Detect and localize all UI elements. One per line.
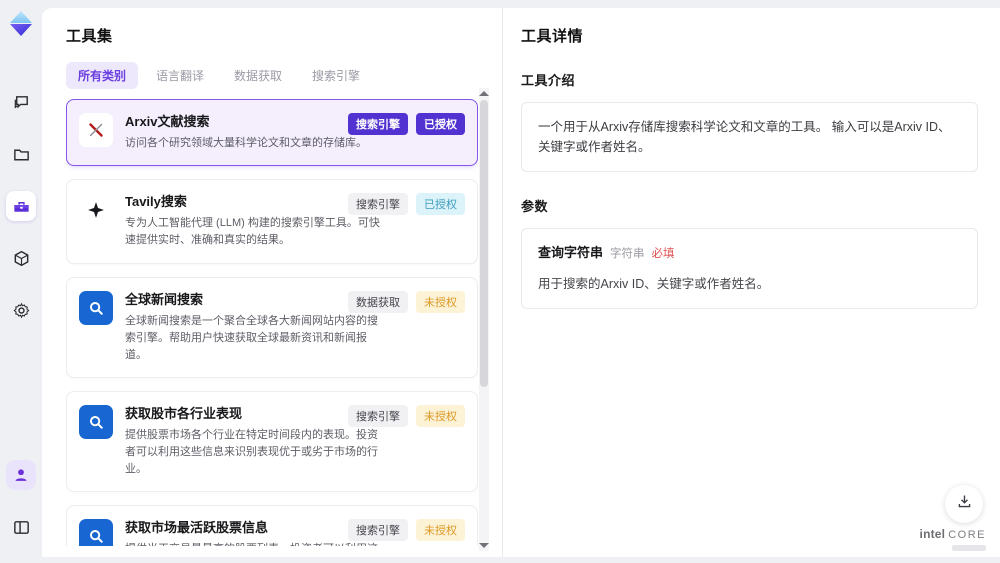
tool-auth-badge: 未授权 [416,290,465,313]
tool-tags: 搜索引擎 已授权 [348,113,465,135]
tool-auth-badge: 已授权 [416,193,465,216]
intro-section-title: 工具介绍 [521,73,576,88]
intel-core-logo: intel CORE [920,525,986,551]
param-head: 查询字符串 字符串 必填 [538,243,961,264]
download-button[interactable] [945,485,983,523]
settings-gear-icon [12,301,31,320]
tool-list: Arxiv文献搜索 访问各个研究领域大量科学论文和文章的存储库。 搜索引擎 已授… [66,99,478,546]
download-icon [956,493,973,515]
user-icon [12,466,30,484]
scroll-up-icon[interactable] [479,91,489,96]
sidebar-item-chat[interactable] [6,87,36,117]
tool-auth-badge: 已授权 [416,113,465,135]
app-window: 工具集 所有类别 语言翻译 数据获取 搜索引擎 Arxiv文献搜索 访问各个研究领域大… [0,0,1000,563]
tool-card[interactable]: Tavily搜索 专为人工智能代理 (LLM) 构建的搜索引擎工具。可快速提供实… [66,179,478,264]
sidebar-item-files[interactable] [6,139,36,169]
tool-description: 提供当天交易量最高的股票列表，投资者可以利用这些信息来识别流动性强的股票和潜在的… [125,541,383,546]
tool-tags: 数据获取 未授权 [348,290,465,313]
param-description: 用于搜索的Arxiv ID、关键字或作者姓名。 [538,276,770,291]
category-tab[interactable]: 所有类别 [66,62,139,89]
tool-intro-box: 一个用于从Arxiv存储库搜索科学论文和文章的工具。 输入可以是Arxiv ID… [521,102,978,172]
arxiv-logo-icon [79,113,113,147]
sidebar-item-settings[interactable] [6,295,36,325]
tool-description: 访问各个研究领域大量科学论文和文章的存储库。 [125,137,367,150]
param-required-badge: 必填 [651,248,675,260]
app-logo-gem-icon[interactable] [6,8,36,38]
sidebar-rail [0,0,42,563]
chat-icon [12,93,31,112]
sidebar-item-panel-toggle[interactable] [6,512,36,542]
tool-category-badge: 搜索引擎 [348,404,408,427]
tool-category-badge: 搜索引擎 [348,193,408,216]
tool-description: 提供股票市场各个行业在特定时间段内的表现。投资者可以利用这些信息来识别表现优于或… [125,429,378,476]
param-name: 查询字符串 [538,245,604,260]
package-cube-icon [12,249,31,268]
tool-tags: 搜索引擎 已授权 [348,193,465,216]
main-content: 工具集 所有类别 语言翻译 数据获取 搜索引擎 Arxiv文献搜索 访问各个研究领域大… [42,8,1000,557]
tool-detail-panel: 工具详情 工具介绍 一个用于从Arxiv存储库搜索科学论文和文章的工具。 输入可… [503,8,1000,557]
toolbox-icon [12,197,31,216]
param-card: 查询字符串 字符串 必填 用于搜索的Arxiv ID、关键字或作者姓名。 [521,228,978,309]
tool-category-badge: 搜索引擎 [348,113,408,135]
param-type: 字符串 [610,248,645,260]
tavily-star-icon [79,193,113,228]
tool-card[interactable]: 全球新闻搜索 全球新闻搜索是一个聚合全球各大新闻网站内容的搜索引擎。帮助用户快速… [66,276,478,378]
params-list: 查询字符串 字符串 必填 用于搜索的Arxiv ID、关键字或作者姓名。 [521,228,978,309]
blue-search-icon [79,290,113,325]
tool-description: 全球新闻搜索是一个聚合全球各大新闻网站内容的搜索引擎。帮助用户快速获取全球最新资… [125,314,378,361]
intel-wordmark: intel [919,527,946,542]
intel-sub-badge [952,545,986,551]
tool-auth-badge: 未授权 [416,404,465,427]
tool-card[interactable]: 获取市场最活跃股票信息 提供当天交易量最高的股票列表，投资者可以利用这些信息来识… [66,505,478,546]
category-tab[interactable]: 搜索引擎 [300,62,372,89]
blue-search-icon [79,519,113,546]
tool-card[interactable]: Arxiv文献搜索 访问各个研究领域大量科学论文和文章的存储库。 搜索引擎 已授… [66,99,478,167]
category-tabs: 所有类别 语言翻译 数据获取 搜索引擎 [66,62,502,89]
panel-layout-icon [12,518,31,537]
sidebar-item-packages[interactable] [6,243,36,273]
sidebar-item-tools[interactable] [6,191,36,221]
tool-auth-badge: 未授权 [416,519,465,542]
tool-description: 专为人工智能代理 (LLM) 构建的搜索引擎工具。可快速提供实时、准确和真实的结… [125,217,380,247]
tool-tags: 搜索引擎 未授权 [348,519,465,542]
tool-list-panel: 工具集 所有类别 语言翻译 数据获取 搜索引擎 Arxiv文献搜索 访问各个研究领域大… [42,8,503,557]
page-title: 工具集 [66,28,113,45]
folder-icon [12,145,31,164]
sidebar-item-account[interactable] [6,460,36,490]
scrollbar-thumb[interactable] [480,100,488,388]
tool-tags: 搜索引擎 未授权 [348,404,465,427]
core-wordmark: CORE [948,529,986,542]
category-tab[interactable]: 语言翻译 [144,62,216,89]
detail-title: 工具详情 [521,28,584,45]
tool-category-badge: 搜索引擎 [348,519,408,542]
category-tab[interactable]: 数据获取 [222,62,294,89]
scroll-down-icon[interactable] [479,543,489,548]
params-section-title: 参数 [521,199,549,214]
tool-category-badge: 数据获取 [348,290,408,313]
list-scrollbar[interactable] [479,88,489,551]
blue-search-icon [79,404,113,439]
tool-card[interactable]: 获取股市各行业表现 提供股票市场各个行业在特定时间段内的表现。投资者可以利用这些… [66,390,478,493]
